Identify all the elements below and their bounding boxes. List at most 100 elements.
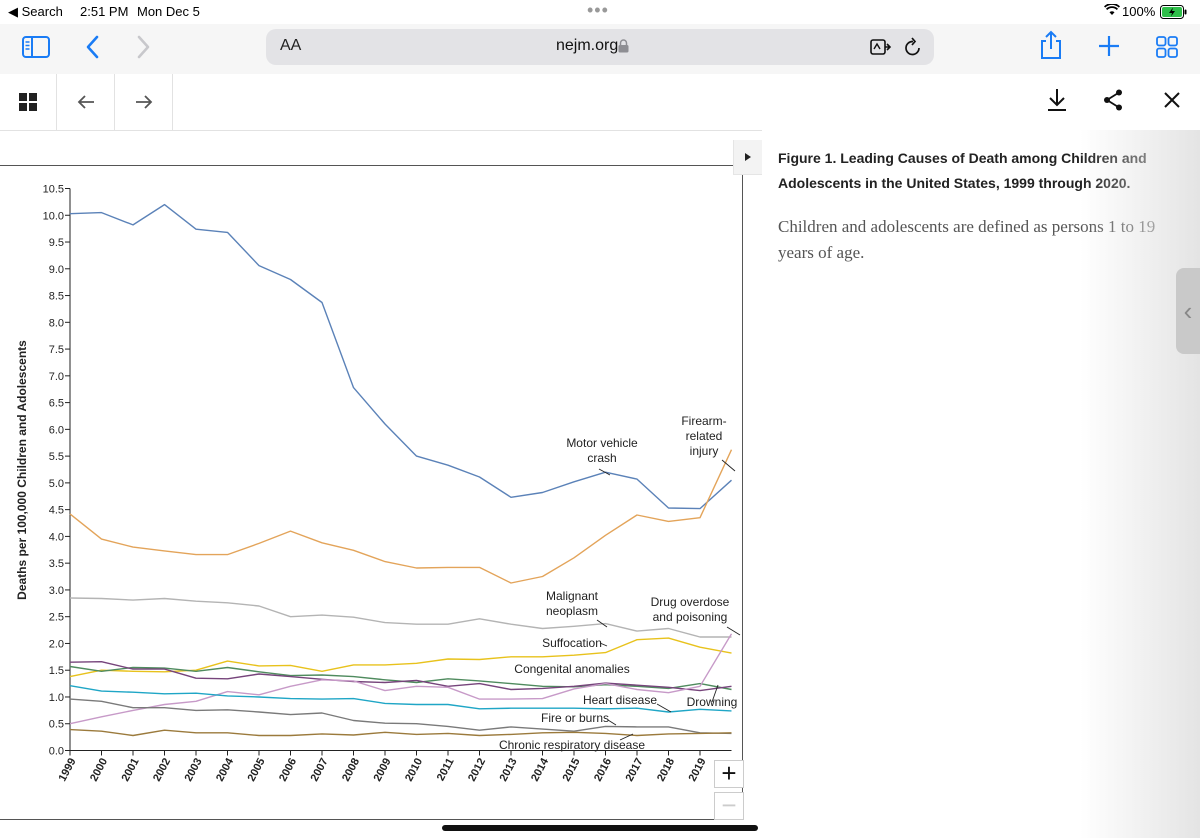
annotation-line: Suffocation [542, 636, 602, 650]
side-panel-handle[interactable]: ‹ [1176, 268, 1200, 354]
status-bar: ◀ Search 2:51 PM Mon Dec 5 ••• 100% [0, 0, 1200, 24]
y-tick-label: 8.5 [49, 291, 64, 303]
battery-icon [1160, 5, 1188, 22]
arrow-right-icon [135, 95, 152, 109]
annotation-line: Heart disease [583, 693, 657, 707]
y-tick-label: 7.5 [49, 344, 64, 356]
x-tick-label: 2014 [529, 756, 551, 784]
download-icon[interactable] [1046, 88, 1068, 117]
translate-extension-icon[interactable] [870, 38, 892, 61]
x-tick-label: 2010 [403, 756, 425, 783]
annotation-line: Congenital anomalies [514, 662, 629, 676]
zoom-out-button[interactable]: − [714, 792, 744, 820]
annotation-label: Suffocation [542, 636, 602, 650]
zoom-in-button[interactable]: + [714, 760, 744, 788]
line-chart: Deaths per 100,000 Children and Adolesce… [15, 184, 741, 784]
y-tick-label: 2.0 [49, 638, 64, 650]
x-tick-label: 2019 [687, 756, 709, 783]
y-tick-label: 8.0 [49, 317, 64, 329]
x-tick-label: 2000 [88, 756, 110, 783]
x-tick-label: 2017 [624, 756, 646, 783]
x-tick-label: 2011 [435, 756, 457, 783]
y-tick-label: 4.0 [49, 531, 64, 543]
annotation-line: and poisoning [653, 610, 728, 624]
reload-icon[interactable] [904, 37, 922, 62]
grid-icon [19, 93, 37, 111]
browser-toolbar: AA nejm.org [0, 24, 1200, 74]
sidebar-icon[interactable] [22, 36, 50, 62]
annotation-line: Drug overdose [651, 595, 730, 609]
x-tick-label: 2005 [246, 756, 268, 783]
grid-view-button[interactable] [0, 74, 57, 130]
wifi-icon [1103, 3, 1121, 19]
status-time: 2:51 PM [80, 4, 129, 19]
figure-viewer-toolbar [0, 74, 1200, 131]
forward-arrow-icon[interactable] [136, 34, 152, 64]
back-to-search-link[interactable]: ◀ Search [8, 4, 63, 20]
y-tick-label: 1.0 [49, 692, 64, 704]
annotation-line: crash [587, 451, 616, 465]
chevron-left-icon: ‹ [1183, 295, 1193, 326]
battery-percent: 100% [1122, 4, 1156, 19]
x-tick-label: 2012 [466, 756, 488, 783]
annotation-line: Fire or burns [541, 711, 609, 725]
annotation-line: injury [690, 444, 719, 458]
close-icon[interactable] [1162, 88, 1182, 117]
y-tick-label: 5.0 [49, 478, 64, 490]
x-tick-label: 2002 [151, 756, 173, 783]
y-tick-label: 1.5 [49, 665, 64, 677]
y-tick-label: 5.5 [49, 451, 64, 463]
annotation-label: Fire or burns [541, 711, 609, 725]
x-tick-label: 2004 [214, 756, 236, 784]
annotation-leader [726, 626, 741, 636]
annotation-label: Drug overdose and poisoning [651, 595, 730, 624]
tab-overview-icon[interactable] [1156, 36, 1178, 62]
annotation-line: neoplasm [546, 604, 598, 618]
y-tick-label: 9.5 [49, 237, 64, 249]
annotation-label: Congenital anomalies [514, 662, 629, 676]
address-bar[interactable]: AA nejm.org [266, 29, 934, 65]
x-tick-label: 2018 [655, 756, 677, 783]
series-line-0 [69, 203, 732, 510]
annotation-line: Malignant [546, 589, 599, 603]
annotation-label: Malignant neoplasm [546, 589, 599, 618]
chart-annotations: Motor vehicle crash Firearm-related injury M… [499, 414, 741, 752]
annotation-line: Motor vehicle [566, 436, 638, 450]
annotation-line: Firearm- [681, 414, 726, 428]
share-network-icon[interactable] [1102, 88, 1124, 117]
text-size-button[interactable]: AA [280, 37, 301, 55]
series-line-2 [69, 597, 732, 638]
lock-icon [618, 39, 629, 58]
y-tick-label: 6.0 [49, 424, 64, 436]
share-icon[interactable] [1040, 30, 1062, 64]
y-tick-label: 7.0 [49, 371, 64, 383]
y-tick-label: 0.5 [49, 719, 64, 731]
next-figure-button[interactable] [115, 74, 173, 130]
x-tick-label: 2015 [561, 756, 583, 783]
new-tab-plus-icon[interactable] [1098, 35, 1120, 61]
chart-series [69, 203, 733, 737]
panel-edge-shadow [1080, 130, 1200, 838]
previous-figure-button[interactable] [57, 74, 115, 130]
multitask-dots-icon[interactable]: ••• [587, 0, 609, 21]
home-indicator [442, 825, 758, 831]
annotation-label: Firearm-related injury [681, 414, 726, 458]
arrow-left-icon [77, 95, 94, 109]
x-tick-label: 2007 [309, 756, 331, 783]
collapse-panel-button[interactable] [733, 140, 762, 175]
x-tick-label: 2001 [120, 756, 142, 783]
annotation-label: Chronic respiratory disease [499, 738, 645, 752]
x-tick-label: 2008 [340, 756, 362, 783]
x-tick-label: 1999 [57, 756, 79, 783]
annotation-label: Heart disease [583, 693, 657, 707]
y-tick-label: 4.5 [49, 505, 64, 517]
x-tick-label: 2006 [277, 756, 299, 783]
annotation-leader [607, 719, 617, 726]
back-arrow-icon[interactable] [84, 34, 100, 64]
y-tick-label: 3.5 [49, 558, 64, 570]
y-tick-label: 6.5 [49, 398, 64, 410]
x-tick-label: 2009 [372, 756, 394, 783]
y-tick-label: 2.5 [49, 612, 64, 624]
y-axis-label: Deaths per 100,000 Children and Adolesce… [15, 340, 29, 600]
url-text[interactable]: nejm.org [556, 37, 618, 55]
